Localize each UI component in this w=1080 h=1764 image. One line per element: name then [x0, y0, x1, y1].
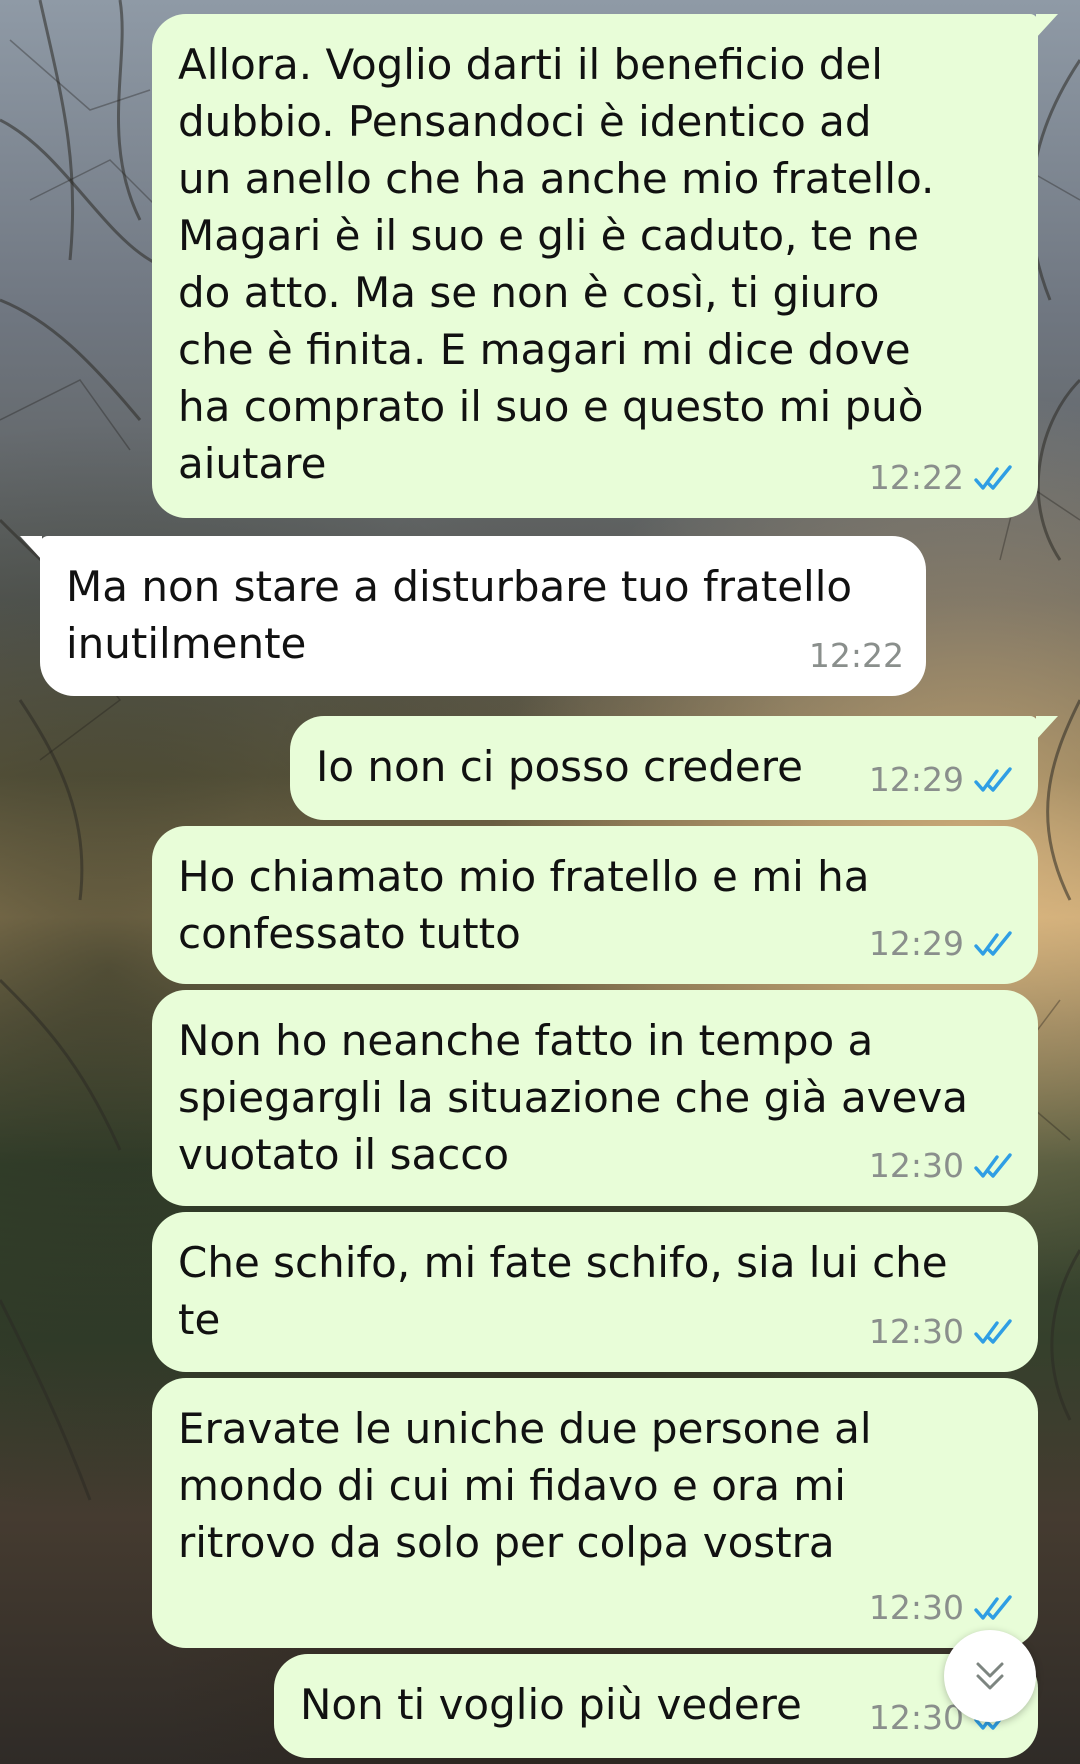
message-time: 12:22	[808, 636, 904, 675]
message-meta: 12:30	[869, 1579, 1016, 1636]
scroll-to-bottom-button[interactable]	[944, 1630, 1036, 1722]
message-meta: 12:30	[869, 1137, 1016, 1194]
double-check-icon	[974, 930, 1012, 956]
message-bubble-incoming[interactable]: Ma non stare a disturbare tuo fratello i…	[20, 536, 926, 696]
message-time: 12:29	[868, 924, 964, 963]
message-text: Allora. Voglio darti il beneficio del du…	[178, 40, 935, 488]
message-meta: 12:22	[869, 449, 1016, 506]
message-time: 12:30	[868, 1312, 964, 1351]
message-time: 12:29	[868, 760, 964, 799]
double-check-icon	[974, 464, 1012, 490]
message-text: Ma non stare a disturbare tuo fratello i…	[66, 562, 853, 668]
double-chevron-down-icon	[976, 1662, 1004, 1690]
message-time: 12:30	[868, 1146, 964, 1185]
message-bubble-outgoing[interactable]: Eravate le uniche due persone al mondo d…	[152, 1378, 1038, 1648]
message-bubble-outgoing[interactable]: Non ti voglio più vedere 12:30	[274, 1654, 1038, 1758]
message-time: 12:30	[868, 1588, 964, 1627]
message-bubble-outgoing[interactable]: Ho chiamato mio fratello e mi ha confess…	[152, 826, 1038, 984]
message-meta: 12:22	[809, 627, 904, 684]
double-check-icon	[974, 1594, 1012, 1620]
double-check-icon	[974, 766, 1012, 792]
message-bubble-outgoing[interactable]: Allora. Voglio darti il beneficio del du…	[152, 14, 1058, 518]
chat-thread: Allora. Voglio darti il beneficio del du…	[0, 0, 1080, 1764]
message-meta: 12:29	[869, 915, 1016, 972]
message-text: Eravate le uniche due persone al mondo d…	[178, 1404, 872, 1567]
message-bubble-outgoing[interactable]: Io non ci posso credere 12:29	[290, 716, 1058, 820]
double-check-icon	[974, 1318, 1012, 1344]
message-meta: 12:29	[869, 751, 1016, 808]
message-meta: 12:30	[869, 1303, 1016, 1360]
message-bubble-outgoing[interactable]: Non ho neanche fatto in tempo a spiegarg…	[152, 990, 1038, 1206]
message-bubble-outgoing[interactable]: Che schifo, mi fate schifo, sia lui che …	[152, 1212, 1038, 1372]
double-check-icon	[974, 1152, 1012, 1178]
message-time: 12:22	[868, 458, 964, 497]
